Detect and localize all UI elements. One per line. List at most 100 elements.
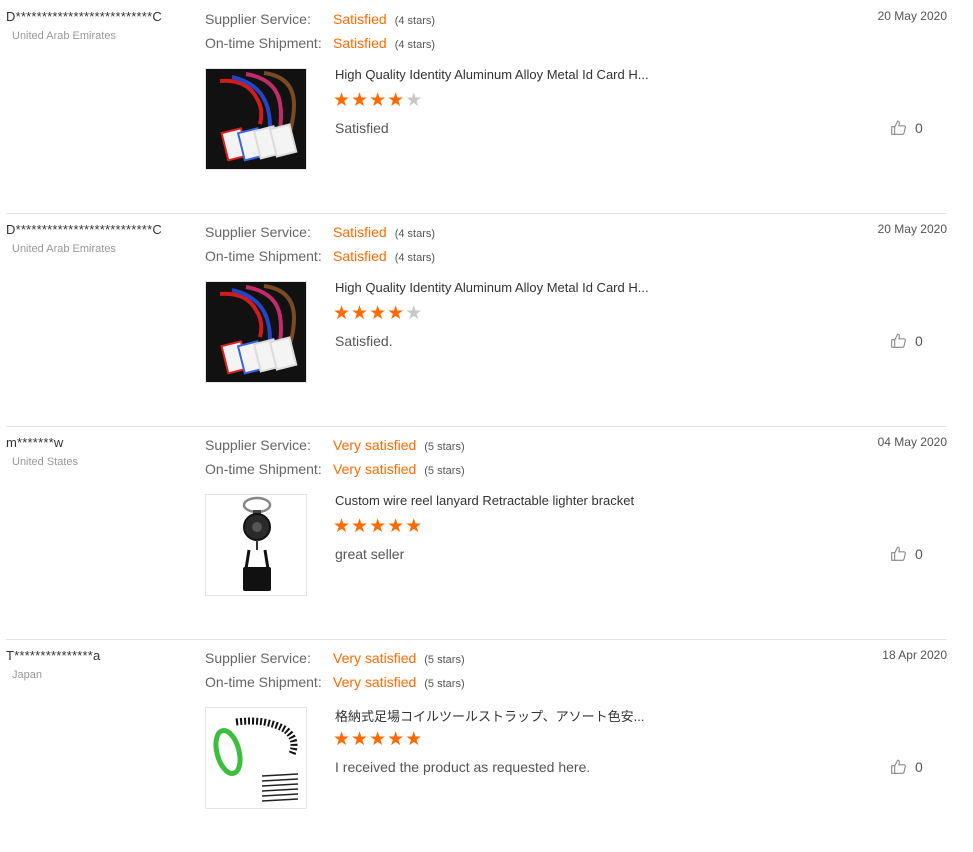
buyer-name: D**************************C xyxy=(6,9,162,24)
star-rating: ★★★★★ xyxy=(333,729,423,751)
product-thumbnail[interactable] xyxy=(205,494,307,596)
shipment-rating: On-time Shipment: Satisfied (4 stars) xyxy=(205,244,565,268)
shipment-label: On-time Shipment: xyxy=(205,248,322,264)
product-title-link[interactable]: High Quality Identity Aluminum Alloy Met… xyxy=(335,280,649,295)
review-comment: Satisfied. xyxy=(335,333,393,349)
supplier-service-value: Satisfied xyxy=(333,11,387,27)
lanyard-badge-holder-icon xyxy=(206,69,306,169)
supplier-service-label: Supplier Service: xyxy=(205,11,311,27)
supplier-service-value: Very satisfied xyxy=(333,650,417,666)
shipment-value: Satisfied xyxy=(333,248,387,264)
retractable-reel-lighter-holder-icon xyxy=(206,495,306,595)
star-icon: ★ xyxy=(369,90,388,111)
helpful-button[interactable]: 0 xyxy=(890,119,923,136)
thumbs-up-icon xyxy=(891,546,906,561)
review-comment: Satisfied xyxy=(335,120,389,136)
product-title-link[interactable]: Custom wire reel lanyard Retractable lig… xyxy=(335,493,634,508)
product-thumbnail[interactable] xyxy=(205,281,307,383)
review-comment: I received the product as requested here… xyxy=(335,759,591,775)
star-icon: ★ xyxy=(369,516,388,537)
thumbs-up-icon xyxy=(891,759,906,774)
helpful-count: 0 xyxy=(915,758,923,775)
star-icon: ★ xyxy=(351,729,370,750)
supplier-service-label: Supplier Service: xyxy=(205,650,311,666)
supplier-service-value: Very satisfied xyxy=(333,437,417,453)
supplier-service-value: Satisfied xyxy=(333,224,387,240)
star-rating: ★★★★★ xyxy=(333,90,423,112)
shipment-label: On-time Shipment: xyxy=(205,674,322,690)
lanyard-badge-holder-icon xyxy=(206,282,306,382)
shipment-stars: (5 stars) xyxy=(424,465,465,477)
star-icon: ★ xyxy=(405,516,424,537)
shipment-rating: On-time Shipment: Very satisfied (5 stars) xyxy=(205,670,565,694)
helpful-button[interactable]: 0 xyxy=(890,332,923,349)
supplier-service-stars: (5 stars) xyxy=(424,654,465,666)
buyer-country: Japan xyxy=(12,669,42,681)
shipment-value: Satisfied xyxy=(333,35,387,51)
shipment-rating: On-time Shipment: Very satisfied (5 stars) xyxy=(205,457,565,481)
product-title-link[interactable]: High Quality Identity Aluminum Alloy Met… xyxy=(335,67,649,82)
star-icon: ★ xyxy=(333,90,352,111)
star-icon: ★ xyxy=(405,729,424,750)
helpful-button[interactable]: 0 xyxy=(890,545,923,562)
thumbs-up-icon xyxy=(891,120,906,135)
buyer-name: m*******w xyxy=(6,435,64,450)
helpful-count: 0 xyxy=(915,119,923,136)
review-item: D**************************C United Arab… xyxy=(6,213,947,427)
helpful-count: 0 xyxy=(915,545,923,562)
review-date: 18 Apr 2020 xyxy=(882,648,947,662)
seller-ratings: Supplier Service: Satisfied (4 stars) On-t… xyxy=(205,220,565,268)
star-icon: ★ xyxy=(351,90,370,111)
supplier-service-rating: Supplier Service: Very satisfied (5 stars) xyxy=(205,433,565,457)
product-title-link[interactable]: 格納式足場コイルツールストラップ、アソート色安... xyxy=(335,706,644,725)
review-item: m*******w United States Supplier Service… xyxy=(6,426,947,640)
review-date: 20 May 2020 xyxy=(877,222,947,236)
shipment-stars: (4 stars) xyxy=(394,252,436,264)
star-icon: ★ xyxy=(387,303,406,324)
supplier-service-stars: (4 stars) xyxy=(394,15,436,27)
star-icon: ★ xyxy=(387,729,406,750)
seller-ratings: Supplier Service: Satisfied (4 stars) On-t… xyxy=(205,7,565,55)
shipment-label: On-time Shipment: xyxy=(205,461,322,477)
supplier-service-label: Supplier Service: xyxy=(205,437,311,453)
star-rating: ★★★★★ xyxy=(333,516,423,538)
supplier-service-stars: (4 stars) xyxy=(394,228,436,240)
shipment-value: Very satisfied xyxy=(333,674,417,690)
star-icon: ★ xyxy=(333,729,352,750)
buyer-name: T***************a xyxy=(6,648,101,663)
star-icon: ★ xyxy=(333,303,352,324)
coil-tool-strap-icon xyxy=(206,708,306,808)
star-rating: ★★★★★ xyxy=(333,303,423,325)
star-icon: ★ xyxy=(351,303,370,324)
supplier-service-rating: Supplier Service: Very satisfied (5 stars) xyxy=(205,646,565,670)
helpful-count: 0 xyxy=(915,332,923,349)
product-thumbnail[interactable] xyxy=(205,68,307,170)
supplier-service-rating: Supplier Service: Satisfied (4 stars) xyxy=(205,220,565,244)
shipment-value: Very satisfied xyxy=(333,461,417,477)
star-icon: ★ xyxy=(387,516,406,537)
product-thumbnail[interactable] xyxy=(205,707,307,809)
buyer-country: United States xyxy=(12,456,79,468)
supplier-service-rating: Supplier Service: Satisfied (4 stars) xyxy=(205,7,565,31)
thumbs-up-icon xyxy=(891,333,906,348)
supplier-service-stars: (5 stars) xyxy=(424,441,465,453)
star-icon: ★ xyxy=(351,516,370,537)
star-icon: ★ xyxy=(333,516,352,537)
buyer-country: United Arab Emirates xyxy=(12,30,116,42)
shipment-stars: (4 stars) xyxy=(394,39,436,51)
helpful-button[interactable]: 0 xyxy=(890,758,923,775)
seller-ratings: Supplier Service: Very satisfied (5 stars)… xyxy=(205,433,565,481)
star-icon: ★ xyxy=(387,90,406,111)
review-item: T***************a Japan Supplier Service… xyxy=(6,639,947,852)
buyer-country: United Arab Emirates xyxy=(12,243,116,255)
star-icon: ★ xyxy=(369,303,388,324)
star-empty-icon: ★ xyxy=(405,90,424,111)
shipment-label: On-time Shipment: xyxy=(205,35,322,51)
shipment-stars: (5 stars) xyxy=(424,678,465,690)
shipment-rating: On-time Shipment: Satisfied (4 stars) xyxy=(205,31,565,55)
review-date: 04 May 2020 xyxy=(877,435,947,449)
star-icon: ★ xyxy=(369,729,388,750)
star-empty-icon: ★ xyxy=(405,303,424,324)
review-date: 20 May 2020 xyxy=(877,9,947,23)
review-item: D**************************C United Arab… xyxy=(6,0,947,214)
